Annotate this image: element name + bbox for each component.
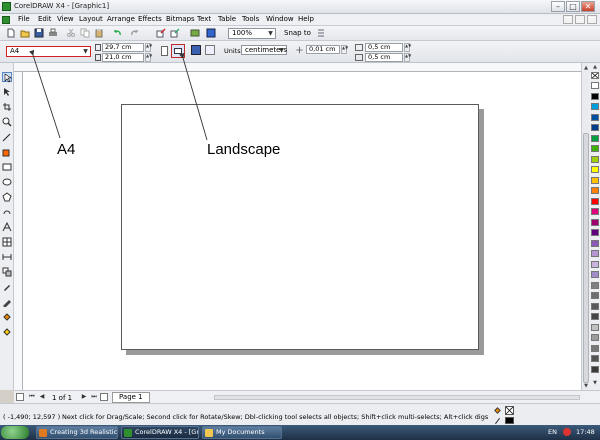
color-swatch[interactable] bbox=[591, 113, 599, 121]
cursor-coordinates: ( -1,490; 12,597 ) bbox=[3, 413, 61, 421]
color-swatch[interactable] bbox=[591, 250, 599, 257]
color-swatch[interactable] bbox=[591, 145, 599, 152]
next-page-button[interactable]: ▶ bbox=[80, 393, 88, 401]
taskbar-item-my-documents[interactable]: My Documents bbox=[202, 426, 282, 439]
no-color-swatch[interactable] bbox=[591, 72, 599, 79]
color-swatch[interactable] bbox=[591, 281, 599, 289]
color-swatch[interactable] bbox=[591, 313, 599, 320]
taskbar-item-label: Creating 3d Realistic ... bbox=[50, 428, 118, 436]
palette-scroll-down[interactable]: ▼ bbox=[591, 381, 599, 386]
status-hint: Next click for Drag/Scale; Second click … bbox=[62, 413, 489, 421]
color-swatch[interactable] bbox=[591, 292, 599, 299]
color-swatch[interactable] bbox=[591, 134, 599, 142]
page-navigator: ⏮ ◀ 1 of 1 ▶ ⏭ Page 1 bbox=[14, 390, 600, 403]
color-swatch[interactable] bbox=[591, 155, 599, 163]
color-swatch[interactable] bbox=[591, 260, 599, 268]
color-swatch[interactable] bbox=[591, 344, 599, 352]
color-swatch[interactable] bbox=[591, 271, 599, 278]
folder-icon bbox=[205, 429, 213, 437]
color-swatch[interactable] bbox=[591, 302, 599, 310]
last-page-button[interactable]: ⏭ bbox=[90, 393, 98, 401]
tray-icon[interactable] bbox=[563, 428, 571, 436]
taskbar-item-label: CorelDRAW X4 - [Gra... bbox=[135, 428, 199, 436]
horizontal-scrollbar[interactable] bbox=[214, 395, 580, 400]
taskbar-item-tutorial[interactable]: Creating 3d Realistic ... bbox=[36, 426, 118, 439]
color-swatch[interactable] bbox=[591, 323, 599, 331]
palette-scroll-up[interactable]: ▲ bbox=[591, 65, 599, 70]
language-indicator[interactable]: EN bbox=[548, 428, 557, 436]
color-swatch[interactable] bbox=[591, 82, 599, 89]
status-bar: ( -1,490; 12,597 ) Next click for Drag/S… bbox=[0, 403, 600, 425]
color-swatch[interactable] bbox=[591, 239, 599, 247]
taskbar: Creating 3d Realistic ... CorelDRAW X4 -… bbox=[0, 425, 600, 440]
page-counter: 1 of 1 bbox=[52, 394, 73, 402]
color-swatch[interactable] bbox=[591, 92, 599, 100]
add-page-after-icon[interactable] bbox=[100, 393, 108, 401]
arrow-to-landscape-button bbox=[179, 52, 208, 141]
color-swatch[interactable] bbox=[591, 229, 599, 236]
color-swatch[interactable] bbox=[591, 355, 599, 362]
arrow-to-paper-type bbox=[29, 49, 61, 139]
first-page-button[interactable]: ⏮ bbox=[28, 393, 36, 401]
color-palette: ▲ ▼ bbox=[589, 63, 600, 390]
clock: 17:48 bbox=[576, 428, 595, 436]
color-swatch[interactable] bbox=[591, 166, 599, 173]
taskbar-item-label: My Documents bbox=[216, 428, 265, 436]
annotation-a4: A4 bbox=[57, 141, 76, 158]
color-swatch[interactable] bbox=[591, 208, 599, 215]
coreldraw-icon bbox=[124, 429, 132, 437]
color-swatch[interactable] bbox=[591, 176, 599, 184]
color-swatch[interactable] bbox=[591, 103, 599, 110]
fill-none-indicator[interactable] bbox=[505, 406, 514, 415]
color-swatch[interactable] bbox=[591, 197, 599, 205]
color-swatch[interactable] bbox=[591, 334, 599, 341]
annotation-landscape: Landscape bbox=[207, 141, 281, 158]
annotation-arrows bbox=[29, 49, 208, 141]
add-page-before-icon[interactable] bbox=[16, 393, 24, 401]
outline-pen-icon bbox=[494, 417, 501, 425]
color-swatch[interactable] bbox=[591, 218, 599, 226]
firefox-icon bbox=[39, 429, 47, 437]
vertical-scrollbar[interactable]: ▲ ▼ bbox=[581, 63, 589, 390]
fill-bucket-icon bbox=[493, 406, 502, 415]
start-button[interactable] bbox=[1, 426, 29, 439]
color-swatch[interactable] bbox=[591, 187, 599, 194]
taskbar-item-coreldraw[interactable]: CorelDRAW X4 - [Gra... bbox=[121, 426, 199, 439]
outline-color-indicator[interactable] bbox=[505, 417, 514, 424]
color-swatch[interactable] bbox=[591, 124, 599, 131]
page-tab[interactable]: Page 1 bbox=[112, 392, 150, 403]
prev-page-button[interactable]: ◀ bbox=[38, 393, 46, 401]
color-swatch[interactable] bbox=[591, 365, 599, 373]
